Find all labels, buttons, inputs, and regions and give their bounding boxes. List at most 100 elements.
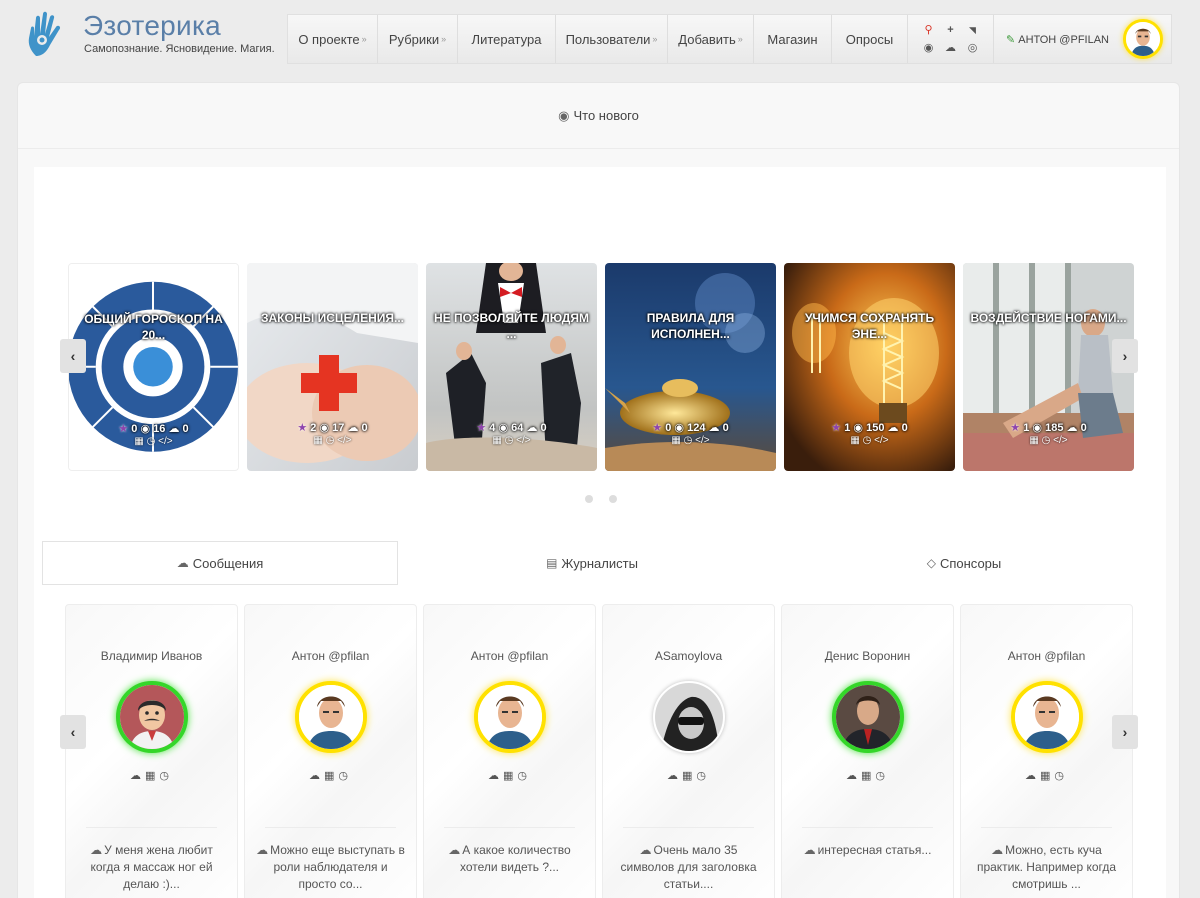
star-icon: ★ (297, 422, 308, 434)
avatar[interactable] (294, 681, 367, 753)
record-icon: ◉ (558, 107, 570, 123)
article-card[interactable]: ОБЩИЙ ГОРОСКОП НА 20... ★ 0 ◉ 16 ☁ 0 ▦ ◷… (68, 263, 239, 471)
comment-card[interactable]: ASamoylova ☁▦◷ ☁ Очень мало 35 символов д… (602, 604, 775, 898)
nav-item-about[interactable]: О проекте» (288, 15, 378, 63)
code-icon: </> (158, 436, 173, 447)
comment-author[interactable]: Антон @pfilan (961, 649, 1132, 663)
chevron-down-icon: » (441, 34, 447, 44)
nav-item-label: Рубрики (388, 31, 440, 47)
comment-card[interactable]: Владимир Иванов ☁▦◷ ☁ У меня жена любит к… (65, 604, 238, 898)
article-meta: ▦ ◷ </> (69, 436, 238, 447)
eye-icon[interactable]: ◎ (963, 40, 983, 56)
comments-icon: ☁ (1024, 770, 1040, 782)
nav-item-label: Добавить (678, 31, 736, 47)
carousel-dot[interactable] (585, 495, 593, 503)
comment-text[interactable]: ☁ У меня жена любит когда я массаж ног ей… (76, 842, 227, 893)
avatar[interactable] (1123, 19, 1163, 59)
nav-item-label: Литература (471, 31, 542, 47)
nav-item-users[interactable]: Пользователи» (556, 15, 668, 63)
plus-icon[interactable]: + (941, 22, 961, 38)
article-comments: 0 (1080, 422, 1087, 434)
comment-text[interactable]: ☁ интересная статья... (792, 842, 943, 859)
comments-icon: ☁ (887, 422, 899, 434)
comments-icon[interactable]: ☁ (941, 40, 961, 56)
avatar[interactable] (831, 681, 904, 753)
article-stats: ★ 0 ◉ 16 ☁ 0 (69, 422, 238, 435)
comment-card[interactable]: Денис Воронин ☁▦◷ ☁ интересная статья... (781, 604, 954, 898)
article-card[interactable]: ЗАКОНЫ ИСЦЕЛЕНИЯ... ★ 2 ◉ 17 ☁ 0 ▦ ◷ </> (247, 263, 418, 471)
search-icon[interactable]: ⚲ (919, 22, 939, 38)
whats-new-header[interactable]: ◉ Что нового (18, 83, 1179, 149)
comment-meta-icons: ☁▦◷ (66, 769, 237, 782)
comment-text[interactable]: ☁ А какое количество хотели видеть ?... (434, 842, 585, 876)
comment-text[interactable]: ☁ Можно еще выступать в роли наблюдателя … (255, 842, 406, 893)
avatar[interactable] (115, 681, 188, 753)
article-title[interactable]: ВОЗДЕЙСТВИЕ НОГАМИ... (969, 310, 1128, 326)
divider (981, 827, 1112, 828)
article-title[interactable]: ЗАКОНЫ ИСЦЕЛЕНИЯ... (253, 310, 412, 326)
nav-item-literature[interactable]: Литература (458, 15, 556, 63)
comments-prev-button[interactable]: ‹ (60, 715, 86, 749)
avatar[interactable] (1010, 681, 1083, 753)
comments-next-button[interactable]: › (1112, 715, 1138, 749)
article-stars: 1 (844, 422, 851, 434)
nav-item-label: Опросы (845, 31, 894, 47)
comment-text[interactable]: ☁ Очень мало 35 символов для заголовка ст… (613, 842, 764, 893)
site-title[interactable]: Эзотерика (83, 10, 221, 42)
avatar[interactable] (473, 681, 546, 753)
diamond-icon: ◇ (926, 556, 936, 570)
carousel-dot[interactable] (609, 495, 617, 503)
comment-card[interactable]: Антон @pfilan ☁▦◷ ☁ Можно, есть куча прак… (960, 604, 1133, 898)
comment-author[interactable]: Денис Воронин (782, 649, 953, 663)
article-comments: 0 (901, 422, 908, 434)
tab-journalists[interactable]: ▤ Журналисты (414, 541, 770, 585)
comment-text[interactable]: ☁ Можно, есть куча практик. Например когд… (971, 842, 1122, 893)
article-card[interactable]: НЕ ПОЗВОЛЯЙТЕ ЛЮДЯМ ... ★ 4 ◉ 64 ☁ 0 ▦ ◷… (426, 263, 597, 471)
comment-author[interactable]: Антон @pfilan (424, 649, 595, 663)
carousel-prev-button[interactable]: ‹ (60, 339, 86, 373)
article-stats: ★ 2 ◉ 17 ☁ 0 (247, 421, 418, 434)
comment-author[interactable]: Владимир Иванов (66, 649, 237, 663)
clock-icon: ◷ (159, 770, 173, 782)
comment-card[interactable]: Антон @pfilan ☁▦◷ ☁ Можно еще выступать в… (244, 604, 417, 898)
hand-logo-icon[interactable] (22, 10, 70, 60)
article-title[interactable]: УЧИМСЯ СОХРАНЯТЬ ЭНЕ... (790, 310, 949, 342)
comment-card[interactable]: Антон @pfilan ☁▦◷ ☁ А какое количество хо… (423, 604, 596, 898)
nav-item-add[interactable]: Добавить» (668, 15, 754, 63)
avatar[interactable] (652, 681, 725, 753)
article-stars: 4 (489, 422, 496, 434)
nav-item-rubrics[interactable]: Рубрики» (378, 15, 458, 63)
article-card[interactable]: УЧИМСЯ СОХРАНЯТЬ ЭНЕ... ★ 1 ◉ 150 ☁ 0 ▦ … (784, 263, 955, 471)
id-card-icon: ▤ (546, 556, 558, 570)
comment-text-value: У меня жена любит когда я массаж ног ей … (90, 843, 213, 891)
article-title[interactable]: ОБЩИЙ ГОРОСКОП НА 20... (75, 311, 232, 343)
comment-meta-icons: ☁▦◷ (782, 769, 953, 782)
article-title[interactable]: НЕ ПОЗВОЛЯЙТЕ ЛЮДЯМ ... (432, 310, 591, 342)
nav-item-shop[interactable]: Магазин (754, 15, 832, 63)
calendar-icon: ▦ (313, 435, 323, 446)
clock-icon: ◷ (1041, 435, 1051, 446)
chevron-down-icon: » (737, 34, 743, 44)
nav-item-label: Пользователи (565, 31, 651, 47)
article-title[interactable]: ПРАВИЛА ДЛЯ ИСПОЛНЕН... (611, 310, 770, 342)
divider (86, 827, 217, 828)
star-icon: ★ (1010, 422, 1021, 434)
comment-author[interactable]: Антон @pfilan (245, 649, 416, 663)
nav-item-polls[interactable]: Опросы (832, 15, 908, 63)
user-menu[interactable]: ✎ АНТОН @PFILAN (994, 15, 1171, 63)
article-meta: ▦ ◷ </> (426, 435, 597, 446)
tab-messages[interactable]: ☁ Сообщения (42, 541, 398, 585)
record-icon[interactable]: ◉ (919, 40, 939, 56)
comments-icon: ☁ (487, 770, 503, 782)
tab-sponsors[interactable]: ◇ Спонсоры (786, 541, 1142, 585)
comment-author[interactable]: ASamoylova (603, 649, 774, 663)
carousel-next-button[interactable]: › (1112, 339, 1138, 373)
comments-icon: ☁ (991, 843, 1004, 857)
rss-icon[interactable]: ◥ (963, 22, 983, 38)
article-card[interactable]: ВОЗДЕЙСТВИЕ НОГАМИ... ★ 1 ◉ 185 ☁ 0 ▦ ◷ … (963, 263, 1134, 471)
user-name: АНТОН @PFILAN (1018, 33, 1109, 46)
article-meta: ▦ ◷ </> (963, 435, 1134, 446)
code-icon: </> (337, 435, 352, 446)
article-card[interactable]: ПРАВИЛА ДЛЯ ИСПОЛНЕН... ★ 0 ◉ 124 ☁ 0 ▦ … (605, 263, 776, 471)
calendar-icon: ▦ (671, 435, 681, 446)
